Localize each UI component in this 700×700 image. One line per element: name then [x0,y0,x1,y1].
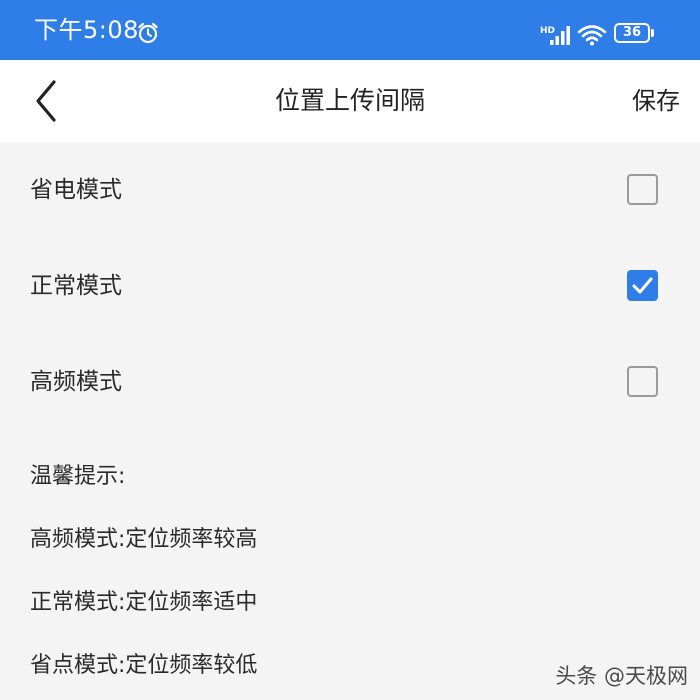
mode-checkbox[interactable] [627,174,658,205]
tip-line-low: 省点模式:定位频率较低 [30,653,258,678]
signal-icon: HD [540,26,570,45]
tips-heading: 温馨提示: [30,464,126,489]
battery-icon: 36 [614,23,658,47]
mode-option-high-frequency[interactable]: 高频模式 [0,334,700,430]
header-bar: 位置上传间隔 保存 [0,60,700,142]
wifi-icon [577,25,607,46]
mode-option-normal[interactable]: 正常模式 [0,238,700,334]
battery-cap [651,29,654,37]
mode-checkbox[interactable] [627,366,658,397]
watermark: 头条 @天极网 [555,664,688,688]
mode-label: 高频模式 [30,369,122,395]
mode-label: 省电模式 [30,177,122,203]
tip-line-high: 高频模式:定位频率较高 [30,527,258,552]
mode-checkbox[interactable] [627,270,658,301]
mode-option-power-saving[interactable]: 省电模式 [0,142,700,238]
status-bar: 下午5:08 HD 36 [0,0,700,60]
chevron-left-icon [36,80,56,122]
battery-level: 36 [622,25,642,40]
svg-text:HD: HD [540,26,555,36]
mode-label: 正常模式 [30,273,122,299]
page-title: 位置上传间隔 [274,86,425,115]
check-icon [632,277,653,294]
alarm-icon [138,22,158,44]
status-time: 下午5:08 [34,16,139,44]
save-button[interactable]: 保存 [632,60,680,142]
back-button[interactable] [28,78,68,124]
tip-line-normal: 正常模式:定位频率适中 [30,590,258,615]
